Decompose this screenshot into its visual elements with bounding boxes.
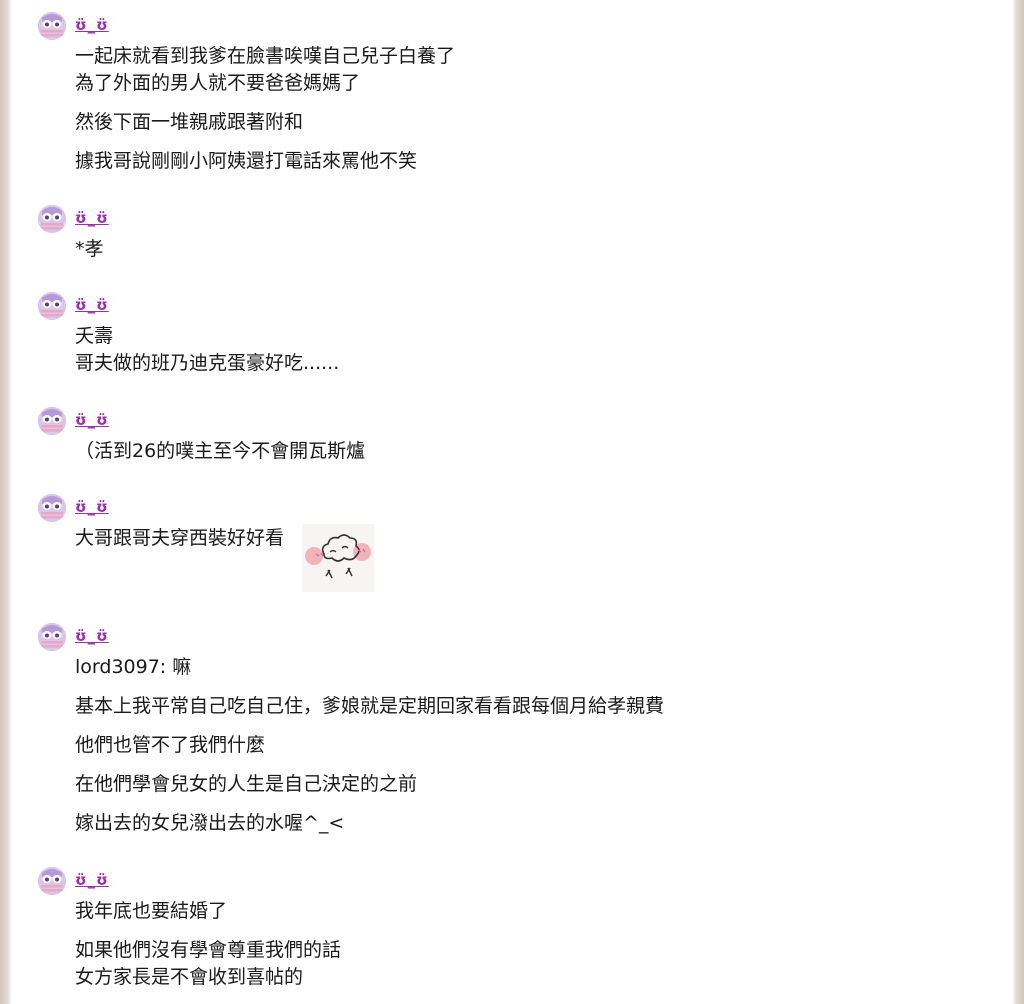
- response-item: ʊ̈_ʊ̈ 我年底也要結婚了 如果他們沒有學會尊重我們的話 女方家長是不會收到喜…: [38, 867, 341, 991]
- response-text: 他們也管不了我們什麼: [75, 734, 266, 756]
- owl-face-icon: [38, 867, 66, 895]
- username-link[interactable]: ʊ̈_ʊ̈: [75, 411, 109, 429]
- response-text: 為了外面的男人就不要爸爸媽媽了: [75, 72, 361, 94]
- username-link[interactable]: ʊ̈_ʊ̈: [75, 296, 109, 314]
- user-avatar[interactable]: [38, 494, 66, 522]
- response-item: ʊ̈_ʊ̈ （活到26的噗主至今不會開瓦斯爐: [38, 407, 365, 465]
- response-item: ʊ̈_ʊ̈ *孝: [38, 205, 108, 263]
- response-text: 嫁出去的女兒潑出去的水喔^_<: [75, 812, 345, 834]
- response-header: ʊ̈_ʊ̈: [38, 205, 108, 233]
- response-header: ʊ̈_ʊ̈: [38, 494, 284, 522]
- response-item: ʊ̈_ʊ̈ lord3097: 嘛 基本上我平常自己吃自己住，爹娘就是定期回家看…: [38, 623, 664, 837]
- response-text: *孝: [75, 238, 104, 260]
- response-text: 夭壽: [75, 325, 114, 347]
- response-text: （活到26的噗主至今不會開瓦斯爐: [75, 440, 366, 462]
- user-avatar[interactable]: [38, 623, 66, 651]
- user-avatar[interactable]: [38, 205, 66, 233]
- response-text: 一起床就看到我爹在臉書唉嘆自己兒子白養了: [75, 45, 456, 67]
- response-header: ʊ̈_ʊ̈: [38, 407, 365, 435]
- username-link[interactable]: ʊ̈_ʊ̈: [75, 627, 109, 645]
- response-header: ʊ̈_ʊ̈: [38, 867, 341, 895]
- user-avatar[interactable]: [38, 292, 66, 320]
- response-text: 哥夫做的班乃迪克蛋豪好吃......: [75, 352, 340, 374]
- response-item: ʊ̈_ʊ̈ 一起床就看到我爹在臉書唉嘆自己兒子白養了 為了外面的男人就不要爸爸媽…: [38, 12, 455, 175]
- response-text: 在他們學會兒女的人生是自己決定的之前: [75, 773, 418, 795]
- response-item: ʊ̈_ʊ̈ 夭壽 哥夫做的班乃迪克蛋豪好吃......: [38, 292, 339, 377]
- window-frame: ʊ̈_ʊ̈ 一起床就看到我爹在臉書唉嘆自己兒子白養了 為了外面的男人就不要爸爸媽…: [0, 0, 1024, 1004]
- username-link[interactable]: ʊ̈_ʊ̈: [75, 498, 109, 516]
- response-text: 大哥跟哥夫穿西裝好好看: [75, 527, 285, 549]
- user-avatar[interactable]: [38, 12, 66, 40]
- user-avatar[interactable]: [38, 407, 66, 435]
- response-text: lord3097: 嘛: [75, 656, 192, 678]
- username-link[interactable]: ʊ̈_ʊ̈: [75, 16, 109, 34]
- response-text: 然後下面一堆親戚跟著附和: [75, 111, 304, 133]
- owl-face-icon: [38, 292, 66, 320]
- response-text: 女方家長是不會收到喜帖的: [75, 966, 304, 988]
- response-text: 據我哥說剛剛小阿姨還打電話來罵他不笑: [75, 150, 418, 172]
- response-text: 我年底也要結婚了: [75, 900, 228, 922]
- plurk-response-list[interactable]: ʊ̈_ʊ̈ 一起床就看到我爹在臉書唉嘆自己兒子白養了 為了外面的男人就不要爸爸媽…: [12, 0, 1012, 1004]
- response-text: 基本上我平常自己吃自己住，爹娘就是定期回家看看跟每個月給孝親費: [75, 695, 665, 717]
- user-avatar[interactable]: [38, 867, 66, 895]
- sticker-image: [302, 524, 374, 592]
- response-item: ʊ̈_ʊ̈ 大哥跟哥夫穿西裝好好看: [38, 494, 374, 592]
- owl-face-icon: [38, 205, 66, 233]
- blushing-cloud-sticker[interactable]: [302, 524, 374, 592]
- owl-face-icon: [38, 12, 66, 40]
- username-link[interactable]: ʊ̈_ʊ̈: [75, 871, 109, 889]
- response-header: ʊ̈_ʊ̈: [38, 292, 339, 320]
- owl-face-icon: [38, 623, 66, 651]
- owl-face-icon: [38, 494, 66, 522]
- response-text: 如果他們沒有學會尊重我們的話: [75, 939, 342, 961]
- response-header: ʊ̈_ʊ̈: [38, 12, 455, 40]
- response-header: ʊ̈_ʊ̈: [38, 623, 664, 651]
- owl-face-icon: [38, 407, 66, 435]
- username-link[interactable]: ʊ̈_ʊ̈: [75, 209, 109, 227]
